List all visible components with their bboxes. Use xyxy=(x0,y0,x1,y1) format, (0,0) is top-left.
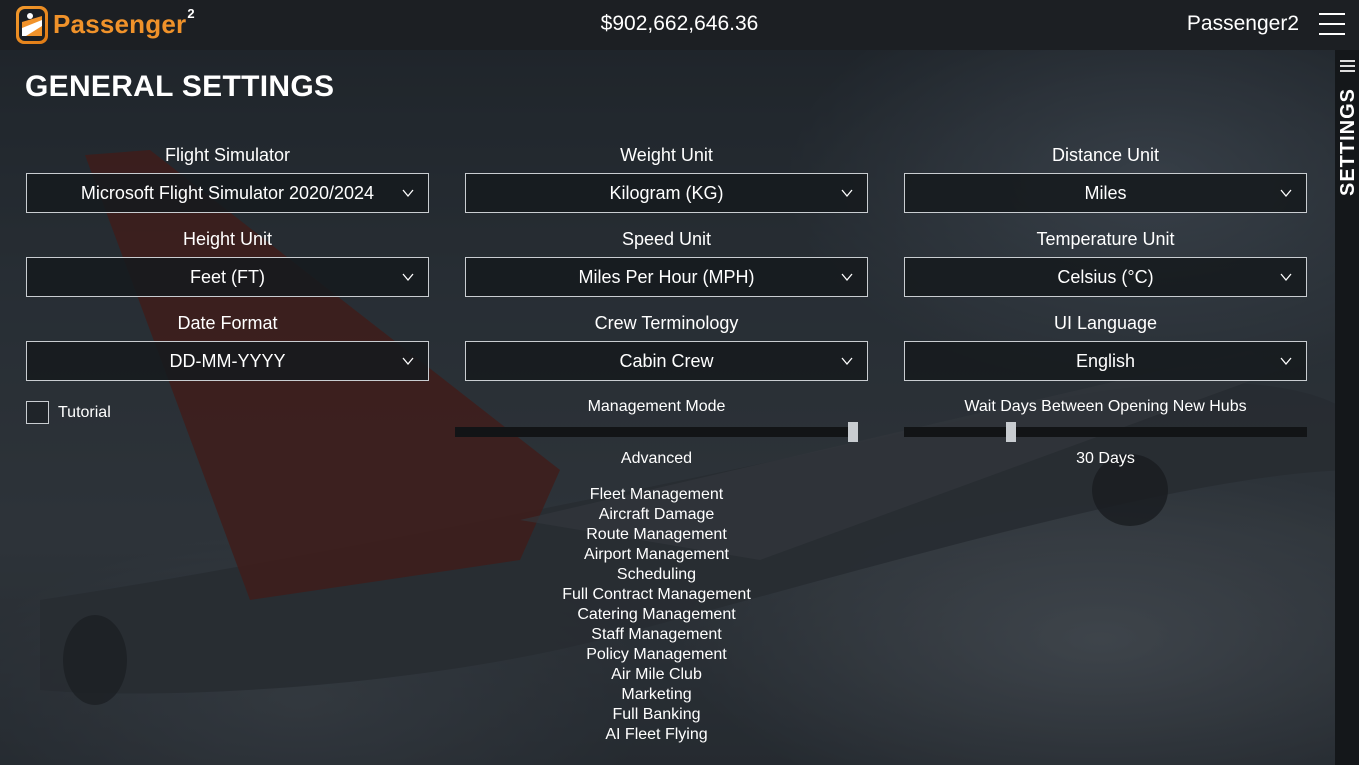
management-mode-control: Management Mode Advanced xyxy=(455,397,858,468)
settings-side-tab[interactable]: SETTINGS xyxy=(1335,50,1359,765)
distance-unit-value: Miles xyxy=(1084,183,1127,203)
speed-unit-field: Speed Unit Miles Per Hour (MPH) xyxy=(465,227,868,297)
management-mode-value: Advanced xyxy=(620,450,693,467)
wait-days-label: Wait Days Between Opening New Hubs xyxy=(964,398,1247,415)
temperature-unit-select[interactable]: Celsius (°C) xyxy=(904,257,1307,297)
temperature-unit-field: Temperature Unit Celsius (°C) xyxy=(904,227,1307,297)
distance-unit-select[interactable]: Miles xyxy=(904,173,1307,213)
chevron-down-icon xyxy=(1280,189,1292,198)
balance-display: $902,662,646.36 xyxy=(600,12,759,35)
height-unit-select[interactable]: Feet (FT) xyxy=(26,257,429,297)
height-unit-value: Feet (FT) xyxy=(190,267,265,287)
wait-days-slider-thumb[interactable] xyxy=(1006,422,1016,442)
feature-item: Policy Management xyxy=(586,646,727,663)
date-format-select[interactable]: DD-MM-YYYY xyxy=(26,341,429,381)
weight-unit-value: Kilogram (KG) xyxy=(609,183,724,203)
crew-terminology-value: Cabin Crew xyxy=(619,351,714,371)
date-format-value: DD-MM-YYYY xyxy=(169,351,286,371)
feature-item: Scheduling xyxy=(616,566,697,583)
menu-lines-icon xyxy=(1340,60,1355,72)
ui-language-field: UI Language English xyxy=(904,311,1307,381)
feature-item: Fleet Management xyxy=(589,486,724,503)
management-mode-slider-thumb[interactable] xyxy=(848,422,858,442)
speed-unit-select[interactable]: Miles Per Hour (MPH) xyxy=(465,257,868,297)
ui-language-select[interactable]: English xyxy=(904,341,1307,381)
crew-terminology-select[interactable]: Cabin Crew xyxy=(465,341,868,381)
wait-days-value: 30 Days xyxy=(1076,450,1135,467)
chevron-down-icon xyxy=(1280,357,1292,366)
feature-item: Airport Management xyxy=(584,546,729,563)
date-format-label: Date Format xyxy=(177,313,278,333)
crew-terminology-field: Crew Terminology Cabin Crew xyxy=(465,311,868,381)
side-tab-label: SETTINGS xyxy=(1337,87,1359,196)
chevron-down-icon xyxy=(402,189,414,198)
username-label[interactable]: Passenger2 xyxy=(1187,12,1299,36)
date-format-field: Date Format DD-MM-YYYY xyxy=(26,311,429,381)
weight-unit-select[interactable]: Kilogram (KG) xyxy=(465,173,868,213)
top-bar: Passenger 2 $902,662,646.36 Passenger2 xyxy=(0,0,1359,50)
distance-unit-field: Distance Unit Miles xyxy=(904,143,1307,213)
chevron-down-icon xyxy=(841,357,853,366)
page-title: GENERAL SETTINGS xyxy=(25,70,335,103)
distance-unit-label: Distance Unit xyxy=(1051,145,1160,165)
weight-unit-label: Weight Unit xyxy=(620,145,713,165)
chevron-down-icon xyxy=(841,273,853,282)
feature-item: AI Fleet Flying xyxy=(605,726,708,743)
wait-days-slider[interactable] xyxy=(904,422,1307,442)
crew-terminology-label: Crew Terminology xyxy=(594,313,739,333)
management-mode-label: Management Mode xyxy=(587,398,726,415)
flight-simulator-value: Microsoft Flight Simulator 2020/2024 xyxy=(80,183,375,203)
chevron-down-icon xyxy=(402,273,414,282)
wait-days-control: Wait Days Between Opening New Hubs 30 Da… xyxy=(904,397,1307,468)
hamburger-menu-button[interactable] xyxy=(1319,13,1345,35)
speed-unit-label: Speed Unit xyxy=(621,229,712,249)
temperature-unit-value: Celsius (°C) xyxy=(1057,267,1154,287)
feature-item: Marketing xyxy=(621,686,692,703)
feature-item: Staff Management xyxy=(591,626,722,643)
chevron-down-icon xyxy=(841,189,853,198)
feature-item: Air Mile Club xyxy=(611,666,702,683)
tutorial-option: Tutorial xyxy=(26,401,111,424)
height-unit-field: Height Unit Feet (FT) xyxy=(26,227,429,297)
temperature-unit-label: Temperature Unit xyxy=(1036,229,1175,249)
feature-item: Catering Management xyxy=(577,606,736,623)
ui-language-label: UI Language xyxy=(1053,313,1158,333)
management-features-list: Fleet Management Aircraft Damage Route Man… xyxy=(455,485,858,745)
weight-unit-field: Weight Unit Kilogram (KG) xyxy=(465,143,868,213)
tutorial-checkbox[interactable] xyxy=(26,401,49,424)
tutorial-label: Tutorial xyxy=(58,403,111,421)
chevron-down-icon xyxy=(1280,273,1292,282)
flight-simulator-field: Flight Simulator Microsoft Flight Simula… xyxy=(26,143,429,213)
flight-simulator-select[interactable]: Microsoft Flight Simulator 2020/2024 xyxy=(26,173,429,213)
feature-item: Route Management xyxy=(586,526,727,543)
ui-language-value: English xyxy=(1075,351,1136,371)
feature-item: Aircraft Damage xyxy=(598,506,715,523)
speed-unit-value: Miles Per Hour (MPH) xyxy=(578,267,755,287)
chevron-down-icon xyxy=(402,357,414,366)
feature-item: Full Banking xyxy=(612,706,701,723)
height-unit-label: Height Unit xyxy=(182,229,273,249)
management-mode-slider[interactable] xyxy=(455,422,858,442)
feature-item: Full Contract Management xyxy=(562,586,751,603)
flight-simulator-label: Flight Simulator xyxy=(164,145,291,165)
